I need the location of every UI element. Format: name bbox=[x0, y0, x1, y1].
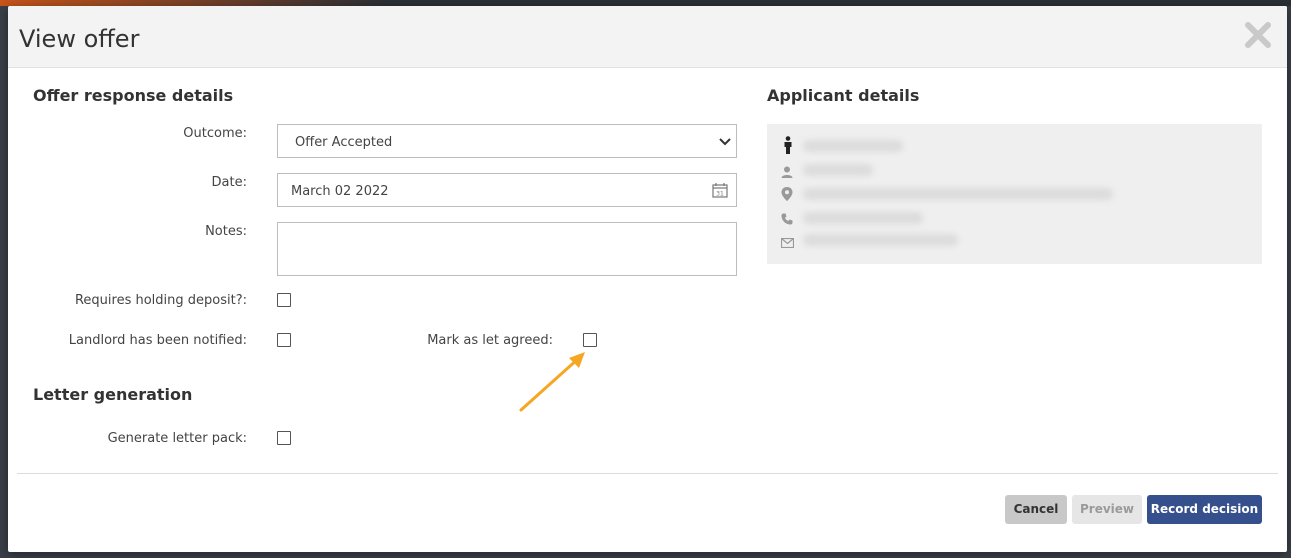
phone-icon bbox=[781, 213, 793, 225]
record-decision-button[interactable]: Record decision bbox=[1147, 495, 1262, 524]
cancel-button[interactable]: Cancel bbox=[1005, 495, 1067, 524]
applicant-name-redacted bbox=[803, 140, 903, 152]
applicant-address-redacted bbox=[803, 188, 1113, 200]
applicant-details-title: Applicant details bbox=[767, 86, 920, 105]
holding-deposit-checkbox[interactable] bbox=[277, 293, 291, 307]
holding-deposit-label: Requires holding deposit?: bbox=[74, 293, 247, 308]
applicant-email-redacted bbox=[803, 234, 958, 246]
svg-text:31: 31 bbox=[716, 191, 724, 198]
letter-pack-label: Generate letter pack: bbox=[107, 431, 247, 446]
landlord-notified-checkbox[interactable] bbox=[277, 333, 291, 347]
applicant-type-redacted bbox=[803, 164, 873, 176]
envelope-icon bbox=[781, 238, 794, 248]
close-button[interactable] bbox=[1243, 20, 1273, 50]
footer-divider bbox=[17, 473, 1278, 474]
modal-title: View offer bbox=[19, 25, 140, 53]
outcome-label: Outcome: bbox=[183, 126, 247, 141]
applicant-details-panel bbox=[767, 124, 1262, 264]
offer-response-title: Offer response details bbox=[33, 86, 234, 105]
date-input[interactable]: March 02 2022 31 bbox=[277, 173, 737, 207]
preview-button[interactable]: Preview bbox=[1072, 495, 1142, 524]
location-pin-icon bbox=[781, 187, 793, 201]
landlord-notified-label: Landlord has been notified: bbox=[68, 333, 247, 348]
chevron-down-icon bbox=[719, 138, 731, 146]
calendar-icon[interactable]: 31 bbox=[712, 182, 728, 198]
date-value: March 02 2022 bbox=[291, 184, 389, 199]
close-icon bbox=[1245, 22, 1271, 48]
user-icon bbox=[781, 166, 793, 178]
letter-generation-title: Letter generation bbox=[33, 385, 193, 404]
view-offer-modal: View offer Offer response details Outcom… bbox=[8, 6, 1287, 552]
letter-pack-checkbox[interactable] bbox=[277, 431, 291, 445]
outcome-selected-value: Offer Accepted bbox=[295, 135, 393, 150]
applicant-phone-redacted bbox=[803, 212, 923, 224]
modal-header: View offer bbox=[8, 6, 1287, 68]
annotation-arrow bbox=[519, 352, 585, 412]
notes-label: Notes: bbox=[205, 224, 247, 239]
outcome-select[interactable]: Offer Accepted bbox=[277, 124, 737, 158]
let-agreed-checkbox[interactable] bbox=[583, 333, 597, 347]
date-label: Date: bbox=[211, 175, 247, 190]
notes-textarea[interactable] bbox=[277, 222, 737, 276]
person-icon bbox=[784, 136, 792, 154]
